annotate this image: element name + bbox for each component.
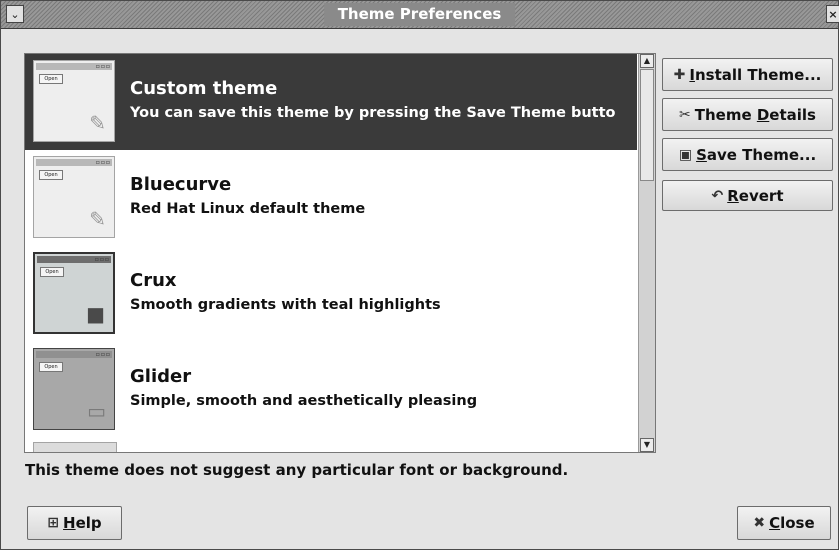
revert-button[interactable]: ↶ Revert <box>662 180 833 211</box>
button-mnemonic: S <box>696 145 707 164</box>
theme-name: Crux <box>130 270 177 291</box>
button-mnemonic: C <box>769 514 781 532</box>
theme-description: Smooth gradients with teal highlights <box>130 297 441 313</box>
button-label: lose <box>780 514 815 532</box>
theme-row-crux[interactable]: ▫▫▫ Open ■ Crux Smooth gradients with te… <box>25 246 637 342</box>
theme-list[interactable]: ▫▫▫ Open ✎ Custom theme You can save thi… <box>24 53 656 453</box>
save-disk-icon: ▣ <box>678 146 693 163</box>
theme-row-bluecurve[interactable]: ▫▫▫ Open ✎ Bluecurve Red Hat Linux defau… <box>25 150 637 246</box>
close-icon: × <box>828 7 838 21</box>
theme-description: Simple, smooth and aesthetically pleasin… <box>130 393 478 409</box>
close-icon: ✖ <box>753 515 766 531</box>
scroll-up-button[interactable]: ▲ <box>640 54 654 68</box>
theme-name: Bluecurve <box>130 174 232 195</box>
theme-list-scrollbar[interactable]: ▲ ▼ <box>638 54 655 452</box>
theme-description: Red Hat Linux default theme <box>130 201 366 217</box>
document-icon: ✎ <box>89 207 106 231</box>
title-bar[interactable]: ⌄ Theme Preferences × <box>1 1 839 29</box>
button-label: ave Theme... <box>706 145 817 164</box>
preview-open-button: Open <box>39 362 63 372</box>
button-label: elp <box>75 514 102 532</box>
theme-details-button[interactable]: ✂ Theme Details <box>662 98 833 131</box>
theme-list-items: ▫▫▫ Open ✎ Custom theme You can save thi… <box>25 54 637 452</box>
button-mnemonic: R <box>727 186 739 205</box>
scrollbar-thumb[interactable] <box>640 69 654 181</box>
theme-row-custom[interactable]: ▫▫▫ Open ✎ Custom theme You can save thi… <box>25 54 637 150</box>
theme-preview-thumbnail <box>33 442 117 452</box>
arrow-down-icon: ▼ <box>643 440 651 449</box>
document-icon: ✎ <box>89 111 106 135</box>
close-button[interactable]: ✖ Close <box>737 506 831 540</box>
button-mnemonic: H <box>63 514 76 532</box>
theme-name: Glider <box>130 366 192 387</box>
window-title: Theme Preferences <box>323 3 516 26</box>
button-label: etails <box>769 105 816 124</box>
scissors-icon: ✂ <box>679 106 691 123</box>
theme-name: Custom theme <box>130 78 278 99</box>
theme-status-text: This theme does not suggest any particul… <box>25 461 569 479</box>
button-label: evert <box>738 186 784 205</box>
help-icon: ⊞ <box>47 515 60 531</box>
theme-preview-thumbnail: ▫▫▫ Open ■ <box>33 252 115 334</box>
plus-icon: ✚ <box>673 66 686 83</box>
arrow-up-icon: ▲ <box>643 56 651 65</box>
button-mnemonic: D <box>756 105 770 124</box>
chevron-down-icon: ⌄ <box>10 7 20 21</box>
theme-preview-thumbnail: ▫▫▫ Open ✎ <box>33 60 115 142</box>
preview-open-button: Open <box>40 267 64 277</box>
folder-icon: ▭ <box>87 399 106 423</box>
preview-open-button: Open <box>39 74 63 84</box>
theme-preferences-window: ⌄ Theme Preferences × ▫▫▫ Open ✎ Custom … <box>0 0 839 550</box>
window-close-button[interactable]: × <box>826 5 839 23</box>
install-theme-button[interactable]: ✚ Install Theme... <box>662 58 833 91</box>
preview-open-button: Open <box>39 170 63 180</box>
theme-description: You can save this theme by pressing the … <box>130 105 616 121</box>
button-label: nstall Theme... <box>694 65 822 84</box>
window-menu-button[interactable]: ⌄ <box>6 5 24 23</box>
help-button[interactable]: ⊞ Help <box>27 506 122 540</box>
theme-preview-thumbnail: ▫▫▫ Open ▭ <box>33 348 115 430</box>
theme-preview-thumbnail: ▫▫▫ Open ✎ <box>33 156 115 238</box>
folder-icon: ■ <box>86 302 105 326</box>
undo-icon: ↶ <box>711 187 724 204</box>
theme-row-partial[interactable] <box>25 438 637 452</box>
theme-row-glider[interactable]: ▫▫▫ Open ▭ Glider Simple, smooth and aes… <box>25 342 637 438</box>
save-theme-button[interactable]: ▣ Save Theme... <box>662 138 833 171</box>
button-label-prefix: Theme <box>694 105 757 124</box>
scroll-down-button[interactable]: ▼ <box>640 438 654 452</box>
